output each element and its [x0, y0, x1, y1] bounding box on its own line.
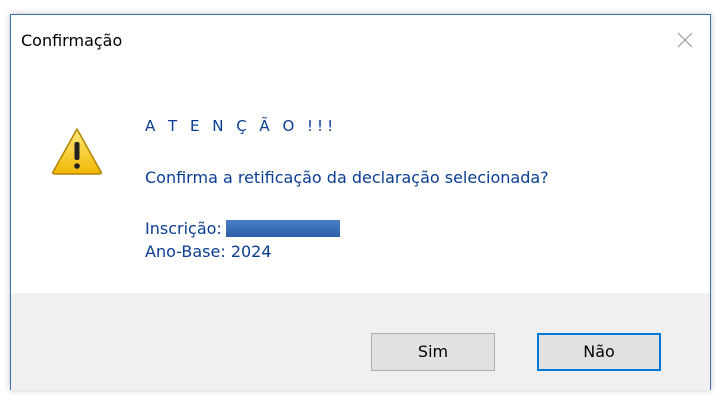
- dialog-footer: Sim Não: [11, 293, 710, 390]
- dialog-title: Confirmação: [21, 31, 123, 50]
- confirmation-question: Confirma a retificação da declaração sel…: [145, 168, 549, 187]
- redacted-inscricao-value: [225, 220, 340, 237]
- yes-button[interactable]: Sim: [371, 333, 495, 371]
- ano-base-line: Ano-Base: 2024: [145, 242, 272, 261]
- inscricao-label: Inscrição:: [145, 219, 222, 238]
- attention-heading: A T E N Ç Ã O !!!: [145, 117, 338, 135]
- no-button[interactable]: Não: [537, 333, 661, 371]
- dialog-titlebar: Confirmação: [11, 15, 710, 67]
- confirmation-dialog: Confirmação A T E N Ç Ã O !!! Confirma a…: [10, 14, 711, 390]
- dialog-content: A T E N Ç Ã O !!! Confirma a retificação…: [11, 67, 710, 293]
- inscricao-line: Inscrição:: [145, 219, 340, 238]
- warning-icon: [51, 127, 103, 175]
- close-icon[interactable]: [670, 25, 700, 55]
